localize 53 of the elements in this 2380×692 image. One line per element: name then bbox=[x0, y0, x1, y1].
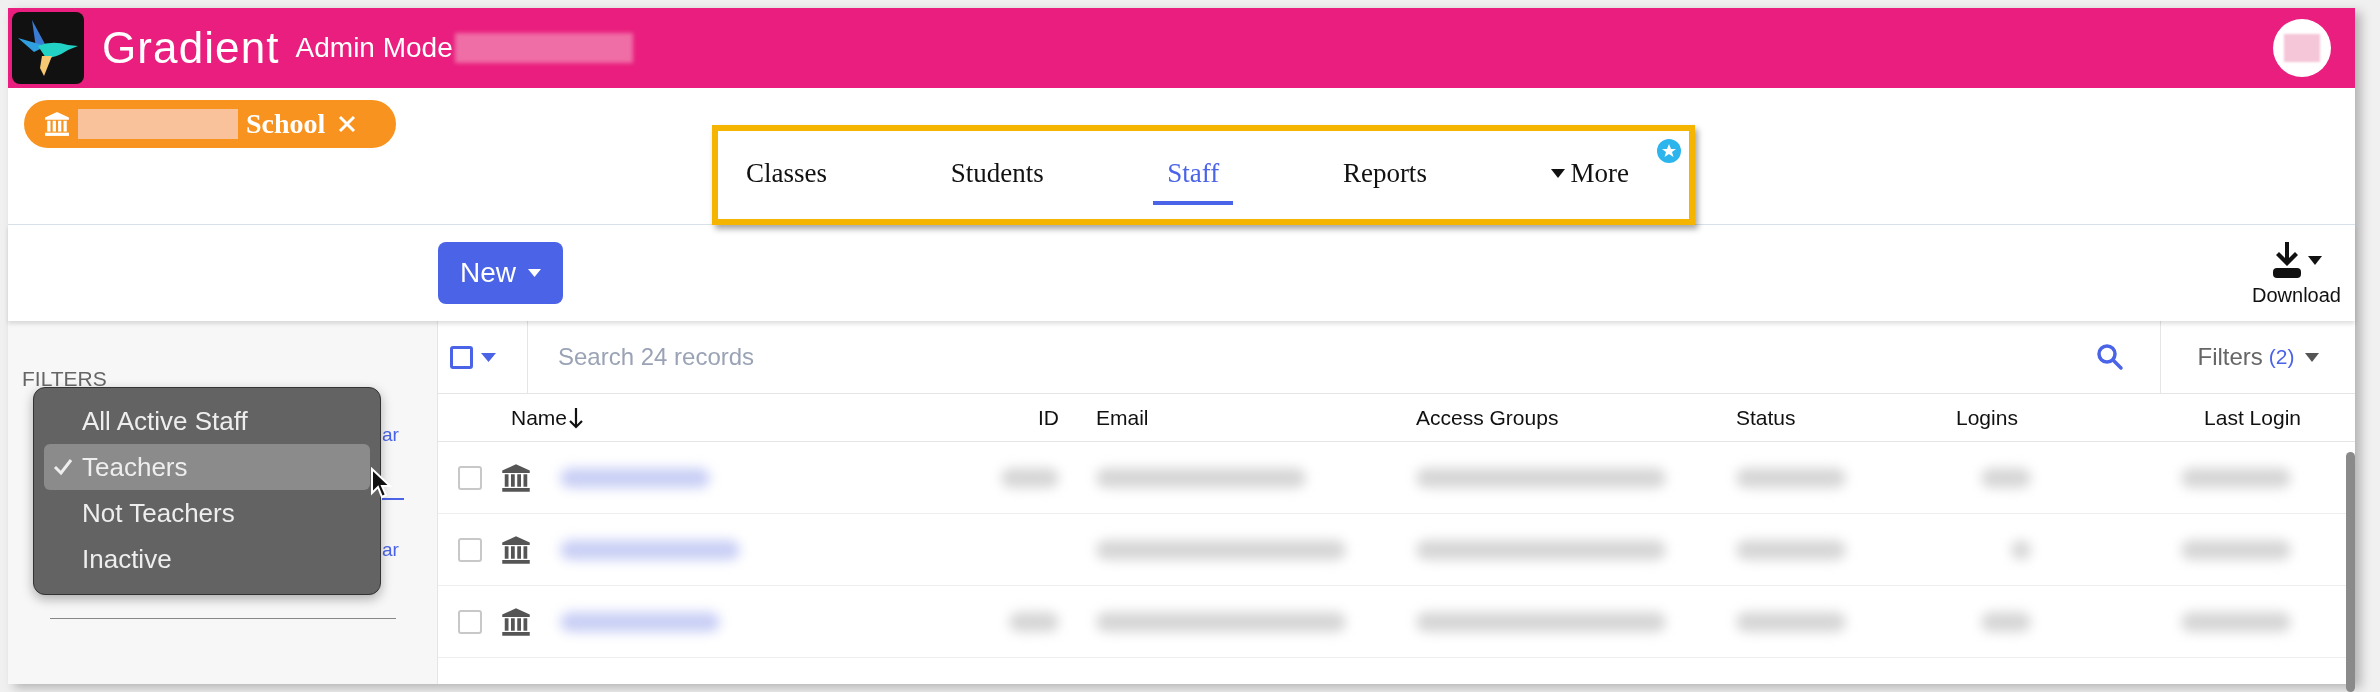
building-icon bbox=[501, 606, 531, 637]
column-header[interactable]: Email bbox=[1071, 401, 1406, 434]
column-header[interactable]: Name bbox=[501, 401, 1001, 434]
nav-tab[interactable]: Reports bbox=[1328, 145, 1441, 205]
nav-tab[interactable]: Students bbox=[936, 145, 1058, 205]
chip-label: School bbox=[246, 107, 326, 141]
caret-icon bbox=[528, 269, 541, 277]
star-badge-icon bbox=[1657, 139, 1681, 163]
filters-heading: FILTERS bbox=[22, 366, 107, 392]
select-all-checkbox[interactable] bbox=[450, 345, 473, 369]
nav-tab[interactable]: Staff bbox=[1153, 145, 1234, 205]
search-icon[interactable] bbox=[2096, 343, 2124, 371]
menu-item[interactable]: Not Teachers bbox=[44, 490, 370, 536]
clear-link[interactable]: ar bbox=[382, 536, 399, 565]
mode-label: Admin Mode bbox=[295, 31, 453, 65]
clear-link[interactable]: ar bbox=[382, 421, 399, 450]
caret-icon bbox=[2307, 255, 2322, 265]
checkmark-icon bbox=[53, 458, 73, 476]
mouse-cursor-icon bbox=[370, 467, 392, 499]
close-icon[interactable] bbox=[337, 114, 358, 134]
hummingbird-logo-icon bbox=[12, 12, 84, 84]
blurred-text bbox=[1009, 611, 1059, 632]
blurred-text bbox=[1001, 467, 1059, 488]
avatar[interactable] bbox=[2273, 19, 2331, 77]
building-icon bbox=[44, 111, 70, 137]
download-icon bbox=[2271, 242, 2302, 278]
building-icon bbox=[501, 462, 531, 493]
caret-icon bbox=[2304, 352, 2319, 362]
row-checkbox[interactable] bbox=[457, 537, 482, 562]
menu-item[interactable]: All Active Staff bbox=[44, 398, 370, 444]
app-name: Gradient bbox=[102, 22, 280, 74]
column-header[interactable]: Access Groups bbox=[1406, 401, 1726, 434]
nav-tab[interactable]: Classes bbox=[732, 145, 841, 205]
more-menu-tab[interactable]: More bbox=[1536, 145, 1643, 205]
column-header[interactable]: Last Login bbox=[2141, 401, 2311, 434]
column-header[interactable]: ID bbox=[1001, 401, 1071, 434]
menu-item[interactable]: Inactive bbox=[44, 536, 370, 582]
scrollbar[interactable] bbox=[2346, 452, 2355, 692]
row-checkbox[interactable] bbox=[457, 609, 482, 634]
new-button[interactable]: New bbox=[438, 242, 563, 304]
filters-button[interactable]: Filters (2) bbox=[2160, 321, 2355, 393]
building-icon bbox=[501, 534, 531, 565]
blurred-text bbox=[2011, 539, 2031, 560]
download-button[interactable]: Download bbox=[2252, 242, 2341, 310]
search-field[interactable]: Search 24 records bbox=[558, 339, 2096, 375]
column-header[interactable]: Logins bbox=[1941, 401, 2141, 434]
caret-icon bbox=[1550, 168, 1565, 178]
row-checkbox[interactable] bbox=[457, 465, 482, 490]
blurred-text bbox=[1981, 611, 2031, 632]
caret-icon[interactable] bbox=[481, 352, 496, 362]
sort-arrow-icon bbox=[569, 406, 584, 429]
column-header[interactable]: Status bbox=[1726, 401, 1941, 434]
blurred-text bbox=[1981, 467, 2031, 488]
